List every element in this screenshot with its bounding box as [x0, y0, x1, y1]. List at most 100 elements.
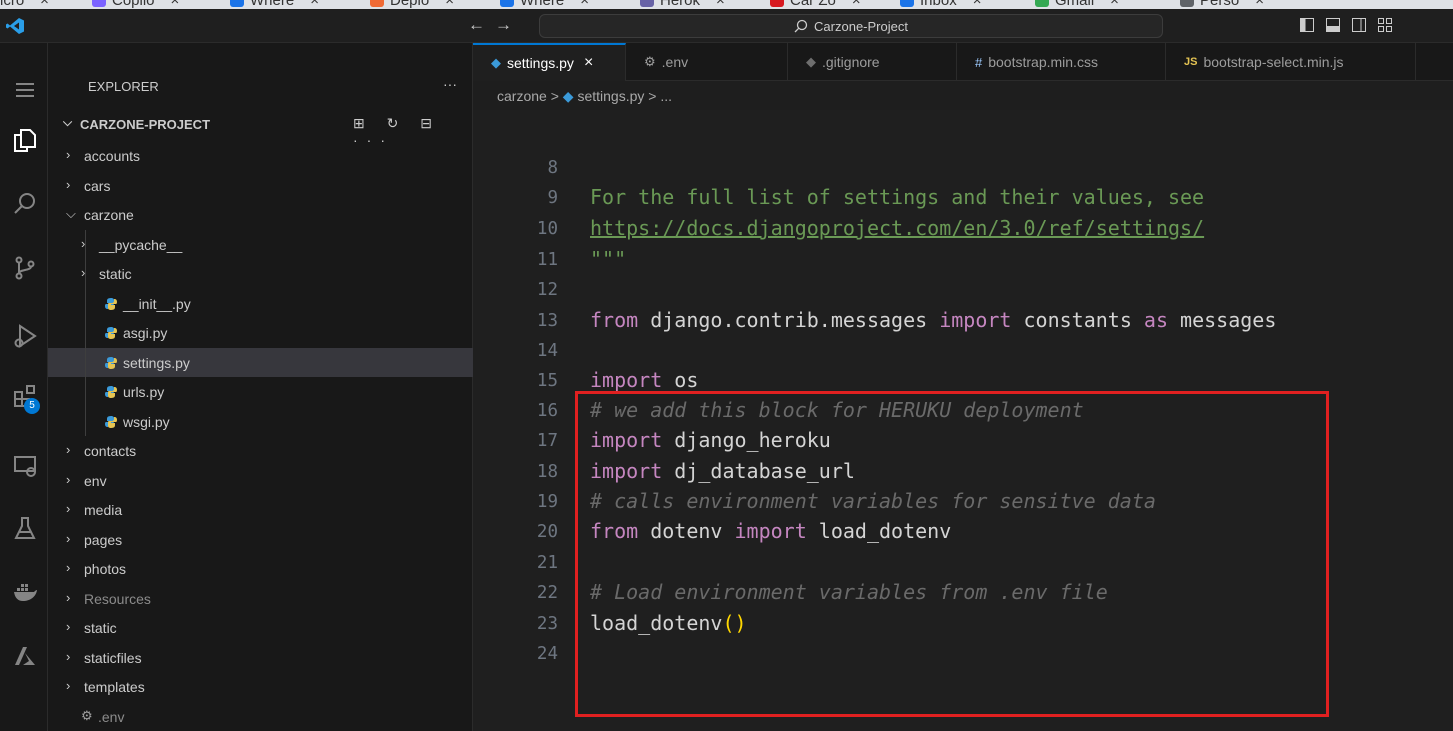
tree-folder[interactable]: › Resources — [48, 584, 473, 614]
browser-tab[interactable]: Car Zo × — [770, 0, 861, 9]
chevron-right-icon: › — [66, 560, 71, 575]
editor-tab-bar: ◆ settings.py × ⚙ .env ◆ .gitignore # bootstrap.… — [473, 43, 1453, 81]
browser-tab[interactable]: Where × — [500, 0, 589, 9]
browser-tab[interactable]: Herok × — [640, 0, 725, 9]
tree-file[interactable]: asgi.py — [48, 318, 473, 348]
project-folder-header[interactable]: ⌵ CARZONE-PROJECT ⊞ ↻ ⊟ ··· — [48, 112, 473, 148]
back-arrow-icon[interactable]: ← — [468, 15, 495, 34]
command-center-label: Carzone-Project — [814, 18, 908, 34]
line-number: 14 — [536, 341, 558, 361]
forward-arrow-icon[interactable]: → — [495, 15, 522, 34]
remote-explorer-icon[interactable] — [12, 453, 38, 479]
explorer-icon[interactable] — [12, 127, 38, 153]
chevron-right-icon: › — [66, 648, 71, 664]
history-navigation: ←→ — [468, 15, 522, 35]
editor-tab[interactable]: JS bootstrap-select.min.js — [1166, 43, 1416, 81]
breadcrumb-folder[interactable]: carzone — [497, 88, 547, 104]
search-view-icon[interactable] — [12, 191, 38, 217]
browser-tab[interactable]: Inbox × — [900, 0, 981, 9]
close-tab-icon[interactable]: × — [40, 0, 49, 9]
line-number: 18 — [536, 462, 558, 482]
chevron-right-icon: › — [66, 501, 71, 516]
tree-folder[interactable]: › static — [48, 259, 473, 289]
close-tab-icon[interactable]: × — [852, 0, 861, 9]
tree-folder[interactable]: › photos — [48, 554, 473, 584]
line-number: 12 — [536, 280, 558, 300]
tree-folder[interactable]: › contacts — [48, 436, 473, 466]
docs-link[interactable]: https://docs.djangoproject.com/en/3.0/re… — [590, 216, 1204, 240]
browser-tab[interactable]: icro × — [0, 0, 49, 9]
explorer-more-actions-icon[interactable]: ··· — [443, 76, 457, 92]
tree-folder[interactable]: › env — [48, 466, 473, 496]
tree-folder[interactable]: › __pycache__ — [48, 230, 473, 260]
docker-icon[interactable] — [12, 579, 38, 605]
source-control-icon[interactable] — [12, 255, 38, 281]
tree-item-label: accounts — [84, 148, 141, 164]
tree-file[interactable]: urls.py — [48, 377, 473, 407]
tree-file[interactable]: __init__.py — [48, 289, 473, 319]
tree-folder[interactable]: › templates — [48, 672, 473, 702]
close-tab-icon[interactable]: × — [716, 0, 725, 9]
toggle-panel-icon[interactable] — [1326, 18, 1340, 32]
browser-tab[interactable]: Gmail × — [1035, 0, 1119, 9]
customize-layout-icon[interactable] — [1378, 18, 1392, 32]
close-tab-icon[interactable]: × — [1255, 0, 1264, 9]
close-tab-icon[interactable]: × — [445, 0, 454, 9]
tree-item-label: urls.py — [123, 384, 165, 400]
tree-item-label: __pycache__ — [99, 236, 183, 253]
tree-item-label: asgi.py — [123, 325, 168, 341]
editor-tab[interactable]: ◆ settings.py × — [473, 43, 626, 81]
favicon-icon — [770, 0, 784, 7]
python-file-icon: ◆ — [491, 55, 501, 70]
testing-icon[interactable] — [12, 515, 38, 541]
search-icon — [794, 19, 808, 33]
extensions-icon[interactable]: 5 — [12, 383, 40, 414]
close-tab-icon[interactable]: × — [171, 0, 180, 9]
tree-folder[interactable]: › staticfiles — [48, 643, 473, 673]
explorer-title: EXPLORER — [88, 79, 159, 94]
line-number: 22 — [536, 583, 558, 603]
toggle-secondary-sidebar-icon[interactable] — [1352, 18, 1366, 32]
tree-file[interactable]: settings.py — [48, 347, 473, 377]
breadcrumb-file[interactable]: settings.py — [577, 88, 644, 104]
tree-folder[interactable]: › accounts — [48, 141, 473, 171]
line-number: 11 — [536, 250, 558, 270]
tree-file[interactable]: wsgi.py — [48, 407, 473, 437]
browser-tab[interactable]: Perso × — [1180, 0, 1264, 9]
chevron-right-icon: › — [66, 530, 71, 546]
editor-tab[interactable]: ◆ .gitignore — [788, 43, 957, 81]
code-line-9: For the full list of settings and their … — [590, 185, 1205, 209]
tree-folder[interactable]: › cars — [48, 171, 473, 201]
browser-tab[interactable]: Deplo × — [370, 0, 454, 9]
chevron-right-icon: › — [66, 147, 71, 162]
breadcrumb-symbols[interactable]: > ... — [648, 88, 672, 104]
python-file-icon — [105, 326, 117, 339]
favicon-icon — [900, 0, 914, 7]
close-icon[interactable]: × — [584, 54, 593, 72]
tree-folder[interactable]: › static — [48, 613, 473, 643]
browser-tab[interactable]: Where × — [230, 0, 319, 9]
js-file-icon: JS — [1184, 56, 1198, 68]
close-tab-icon[interactable]: × — [310, 0, 319, 9]
tree-file[interactable]: ⚙ .env — [48, 702, 473, 731]
tree-folder[interactable]: › pages — [48, 525, 473, 555]
editor-tab[interactable]: ⚙ .env — [626, 43, 788, 81]
browser-tab-label: Perso — [1200, 0, 1240, 9]
tree-folder[interactable]: ⌵ carzone — [48, 200, 473, 230]
tree-item-label: static — [99, 266, 132, 282]
browser-tab[interactable]: Copilo × — [92, 0, 179, 9]
tree-item-label: pages — [84, 531, 123, 548]
azure-icon[interactable] — [12, 643, 38, 669]
line-number: 20 — [536, 522, 558, 542]
close-tab-icon[interactable]: × — [973, 0, 982, 9]
command-center-search[interactable]: Carzone-Project — [539, 14, 1163, 38]
editor-tab-label: .env — [661, 54, 689, 70]
menu-icon[interactable] — [12, 77, 38, 103]
tree-folder[interactable]: › media — [48, 495, 473, 525]
close-tab-icon[interactable]: × — [1110, 0, 1119, 9]
editor-tab[interactable]: # bootstrap.min.css — [957, 43, 1166, 81]
close-tab-icon[interactable]: × — [580, 0, 589, 9]
line-number: 8 — [547, 158, 558, 178]
run-and-debug-icon[interactable] — [12, 323, 38, 349]
toggle-primary-sidebar-icon[interactable] — [1300, 18, 1314, 32]
